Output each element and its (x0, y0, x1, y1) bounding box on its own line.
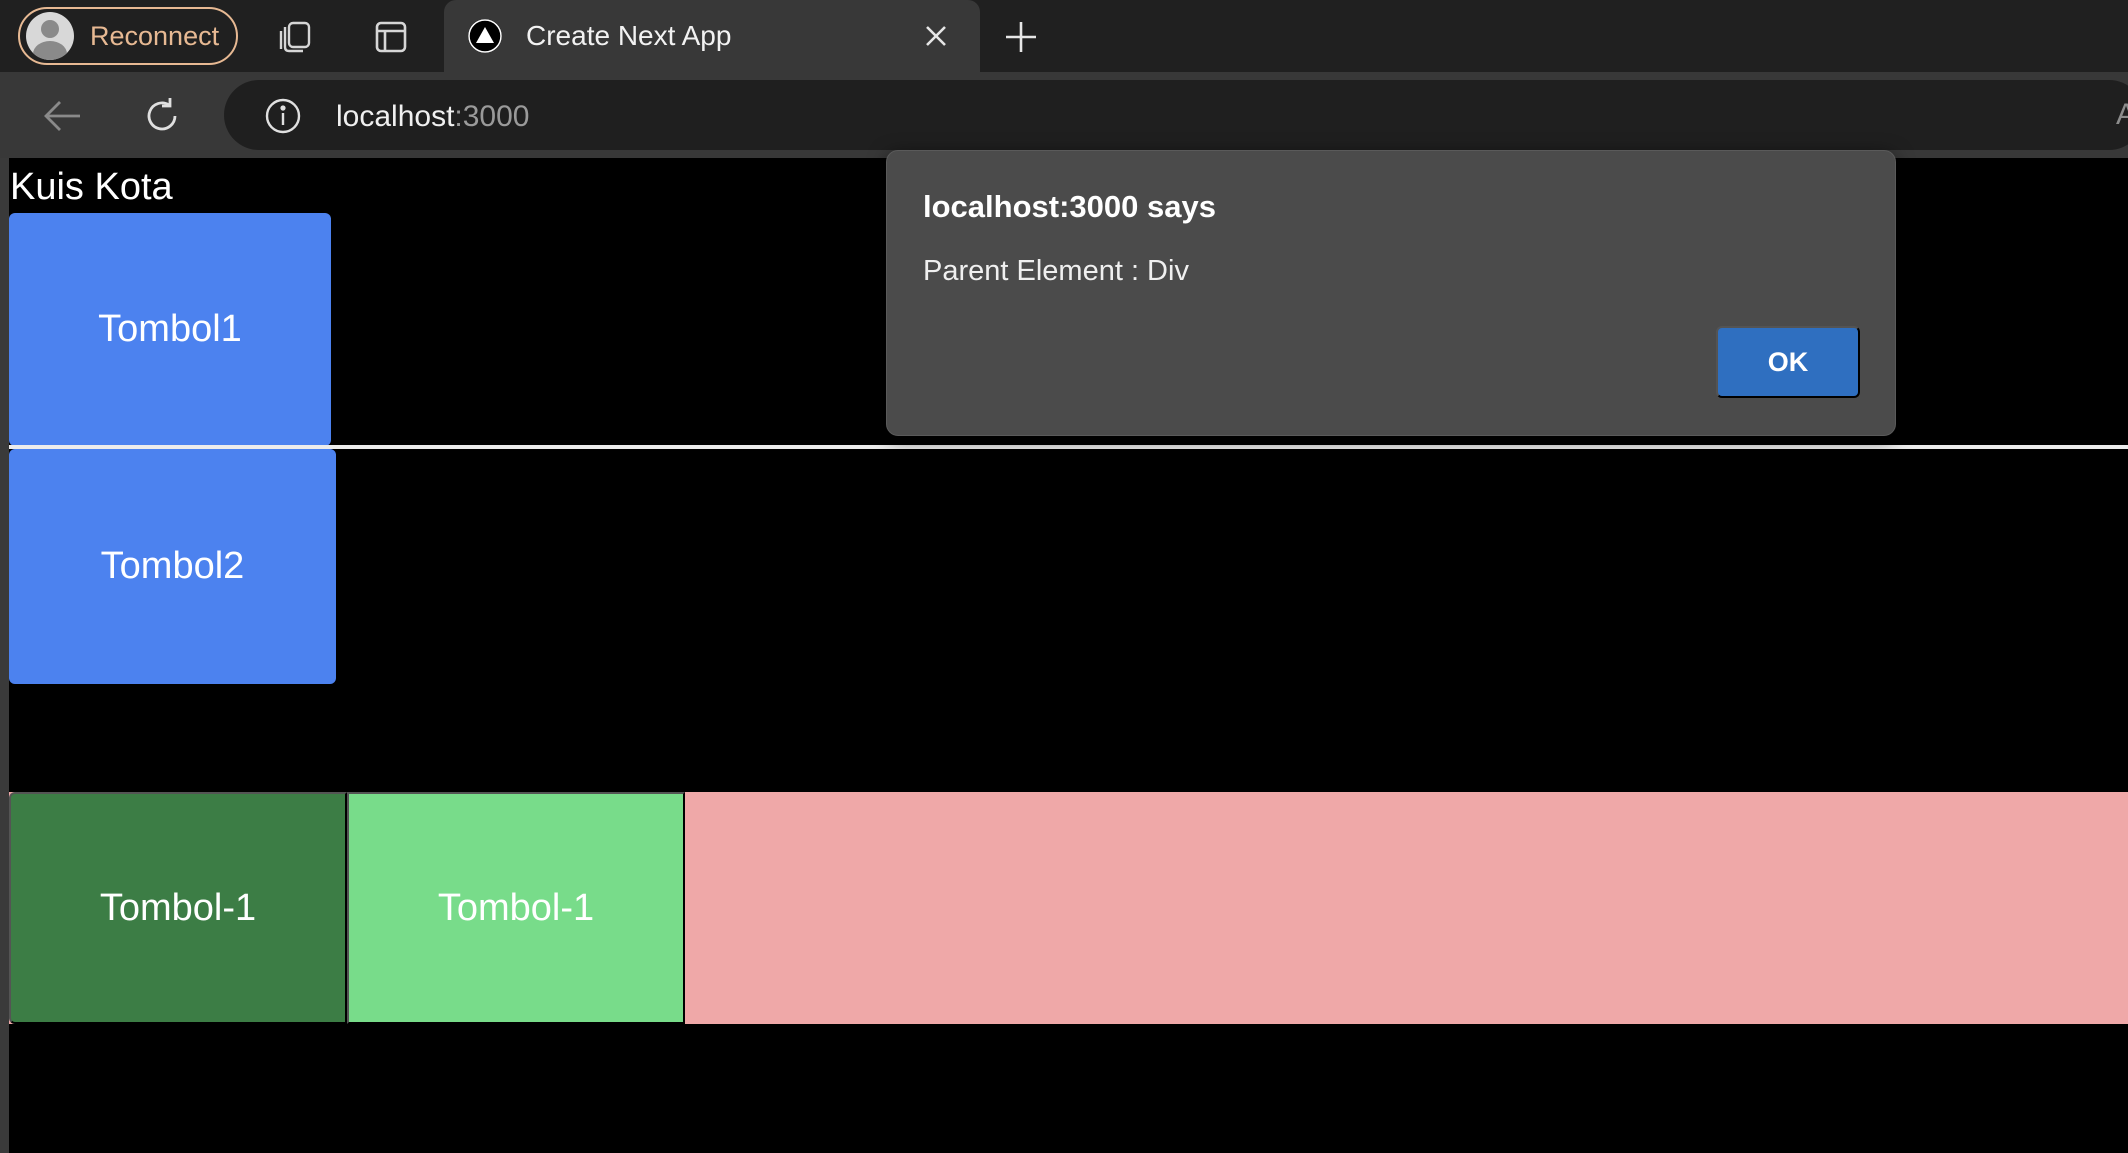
refresh-icon[interactable] (138, 92, 186, 140)
url-port: :3000 (454, 100, 530, 133)
url-text[interactable]: localhost:3000 (336, 100, 529, 134)
site-info-icon[interactable] (262, 95, 304, 137)
address-bar[interactable]: localhost:3000 A (224, 80, 2128, 150)
url-host: localhost (336, 100, 455, 133)
profile-label: Reconnect (90, 20, 220, 51)
tombol2-button[interactable]: Tombol2 (9, 449, 336, 684)
workspaces-icon[interactable] (272, 14, 318, 60)
tab-strip: Reconnect Create Next App (0, 0, 2128, 72)
tombol-1-dark-button[interactable]: Tombol-1 (9, 792, 347, 1024)
navigation-toolbar: localhost:3000 A (0, 72, 2128, 158)
tombol-1-light-button[interactable]: Tombol-1 (347, 792, 685, 1024)
flex-container: Tombol-1 Tombol-1 (9, 792, 2128, 1024)
tab-actions-icon[interactable] (368, 14, 414, 60)
page-title: Kuis Kota (10, 166, 173, 208)
ok-button[interactable]: OK (1716, 326, 1860, 398)
tab-title: Create Next App (526, 20, 732, 51)
dialog-title: localhost:3000 says (923, 189, 1216, 224)
alert-dialog: localhost:3000 says Parent Element : Div… (886, 150, 1896, 436)
close-tab-icon[interactable] (916, 16, 956, 56)
dialog-message: Parent Element : Div (923, 255, 1189, 287)
profile-button[interactable]: Reconnect (18, 7, 238, 65)
tombol1-button[interactable]: Tombol1 (9, 213, 331, 446)
back-arrow-icon[interactable] (38, 92, 86, 140)
new-tab-icon[interactable] (998, 14, 1044, 60)
browser-window: Reconnect Create Next App localhost:3000… (0, 0, 2128, 1153)
read-aloud-icon[interactable]: A (2116, 98, 2128, 132)
tab-create-next-app[interactable]: Create Next App (444, 0, 980, 72)
page-left-edge (0, 158, 9, 1153)
nextjs-favicon-icon (468, 19, 502, 53)
avatar (26, 12, 74, 60)
